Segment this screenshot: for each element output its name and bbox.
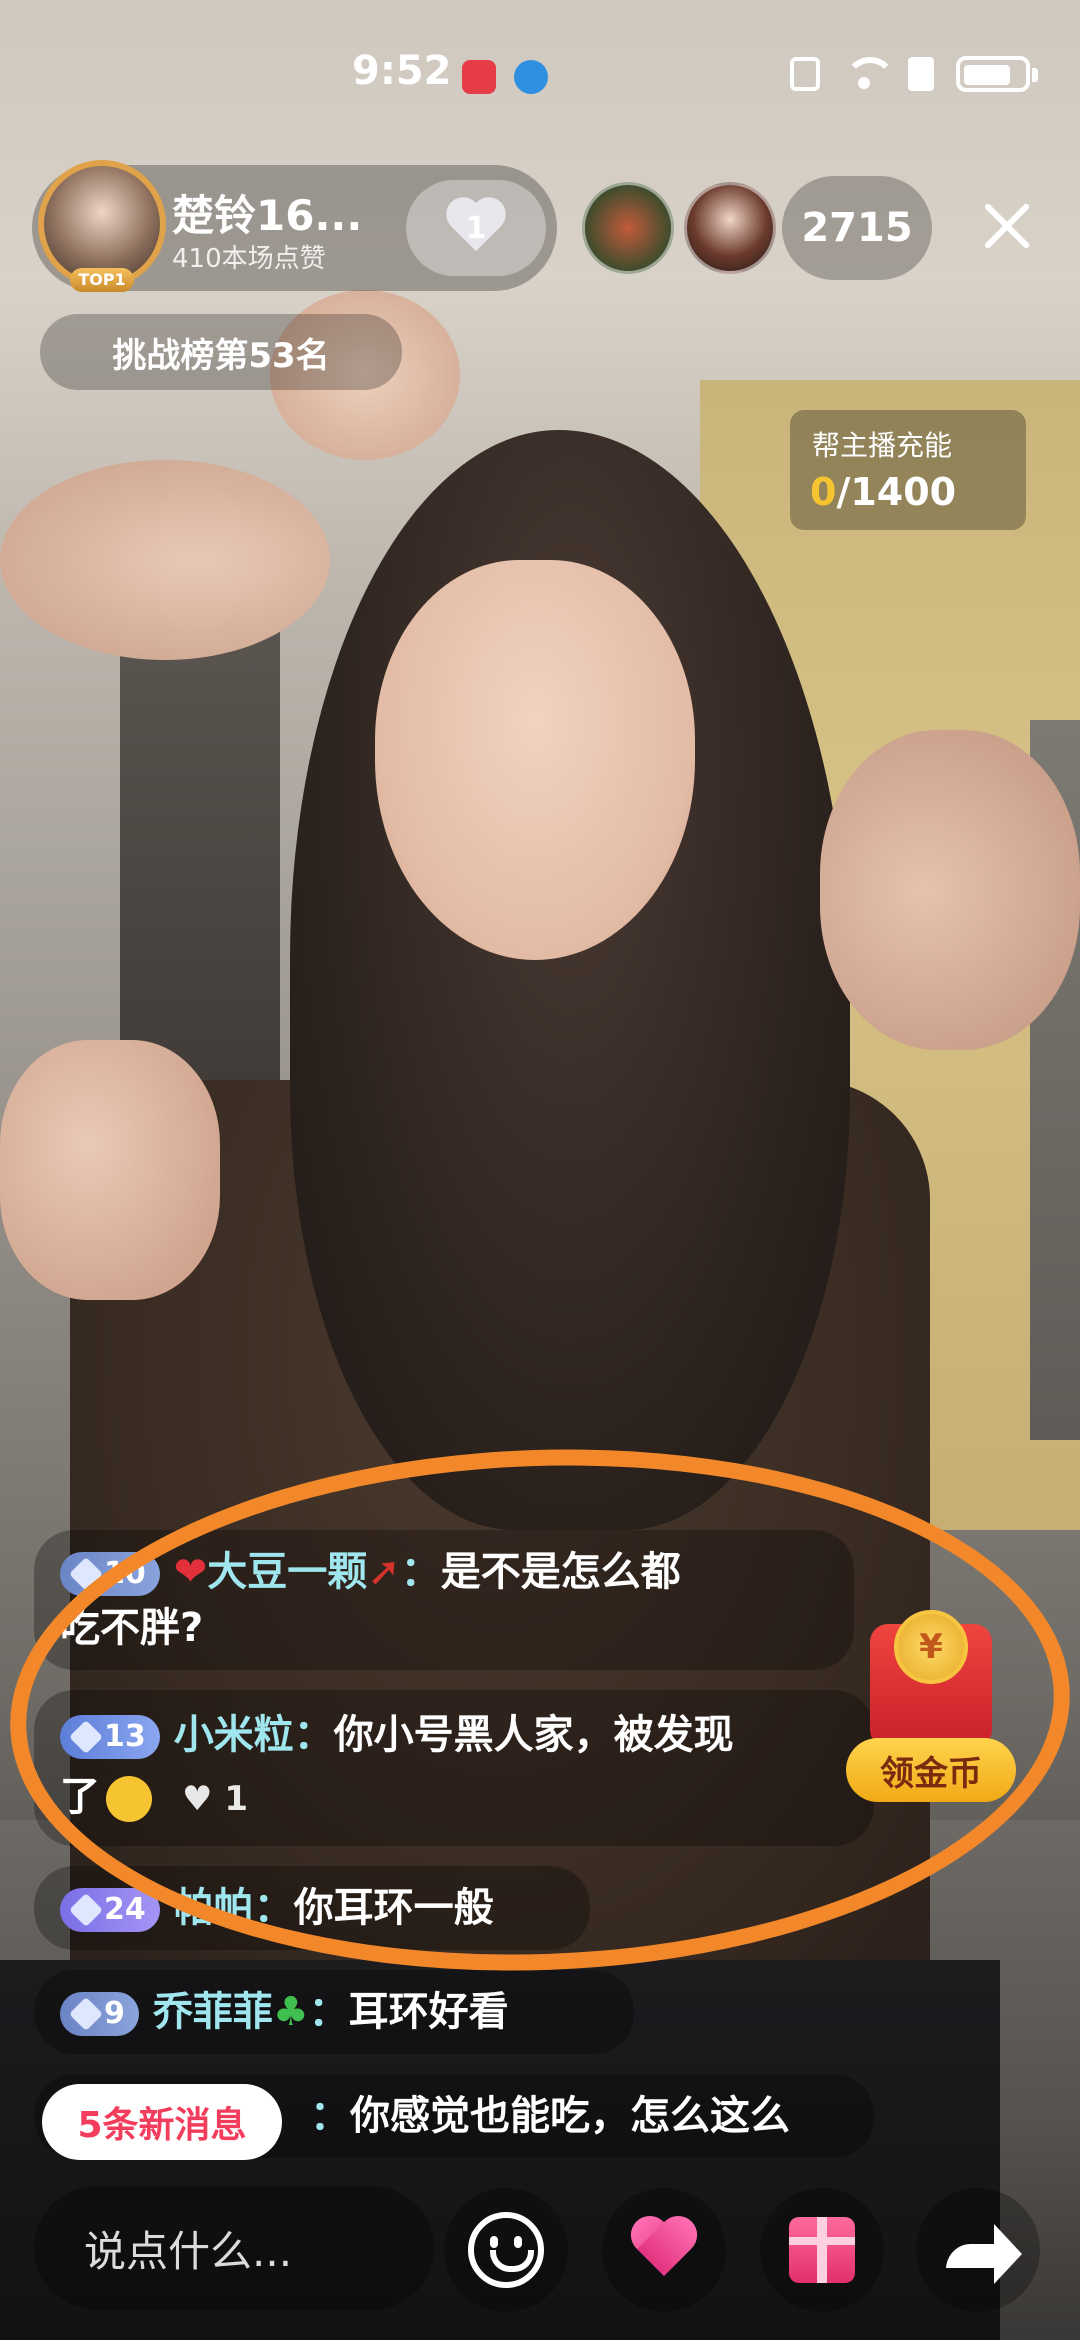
new-messages-button[interactable]: 5条新消息 (42, 2084, 282, 2160)
comment-text: 耳环好看 (348, 1989, 509, 2035)
nfc-icon (790, 57, 820, 91)
comment-colon: ： (310, 2093, 350, 2139)
charge-progress: 0/1400 (810, 470, 956, 514)
host-likes: 410本场点赞 (172, 244, 326, 274)
smile-icon (468, 2212, 544, 2288)
fan-club-level: 1 (465, 211, 487, 246)
comment-colon: ： (308, 1989, 349, 2035)
host-name[interactable]: 楚铃16... (172, 182, 362, 243)
challenge-rank[interactable]: 挑战榜第53名 (40, 314, 402, 390)
share-button[interactable] (916, 2188, 1040, 2312)
streamer-face (375, 560, 695, 960)
browser-icon (514, 60, 548, 94)
comment-username[interactable]: 乔菲菲 (153, 1989, 273, 2035)
comment-text: 你感觉也能吃，怎么这么 (350, 2093, 790, 2139)
emoji-button[interactable] (444, 2188, 568, 2312)
app-red-icon (462, 60, 496, 94)
chat-input[interactable]: 说点什么... (34, 2186, 434, 2310)
diamond-icon (69, 1893, 103, 1927)
heart-icon: 1 (444, 199, 508, 257)
charge-separator: / (836, 470, 851, 514)
status-bar: 9:52 (0, 0, 1080, 150)
streamer-arm-right (820, 730, 1080, 1050)
viewer-count[interactable]: 2715 (782, 176, 932, 280)
gold-coin-widget[interactable]: ¥ 领金币 (846, 1604, 1016, 1804)
viewer-avatar[interactable] (582, 182, 674, 274)
gift-button[interactable] (760, 2188, 884, 2312)
coin-label: 领金币 (846, 1738, 1016, 1802)
streamer-arm-raised (0, 460, 330, 660)
close-icon[interactable] (976, 196, 1036, 256)
heart-icon (629, 2218, 699, 2282)
coin-icon: ¥ (894, 1610, 968, 1684)
gift-icon (789, 2217, 855, 2283)
wifi-icon (842, 57, 896, 91)
top1-badge: TOP1 (70, 268, 134, 292)
charge-widget[interactable]: 帮主播充能 0/1400 (790, 410, 1026, 530)
charge-title: 帮主播充能 (812, 429, 953, 462)
room-door (120, 620, 280, 1100)
charge-current: 0 (810, 470, 837, 514)
sim-alert-icon (908, 57, 934, 91)
like-button[interactable] (602, 2188, 726, 2312)
user-level-badge: 9 (60, 1992, 139, 2036)
clover-emoji-icon: ♣ (272, 1989, 309, 2035)
streamer-arm-left (0, 1040, 220, 1300)
status-time: 9:52 (352, 48, 452, 94)
battery-icon (956, 56, 1038, 92)
viewer-avatar[interactable] (684, 182, 776, 274)
user-level-badge: 24 (60, 1888, 160, 1932)
level-number: 9 (104, 1996, 125, 2031)
diamond-icon (69, 1997, 103, 2031)
charge-goal: 1400 (850, 470, 957, 514)
comment-item[interactable]: 9 乔菲菲♣：耳环好看 (34, 1970, 634, 2054)
fan-club-button[interactable]: 1 (406, 180, 546, 276)
